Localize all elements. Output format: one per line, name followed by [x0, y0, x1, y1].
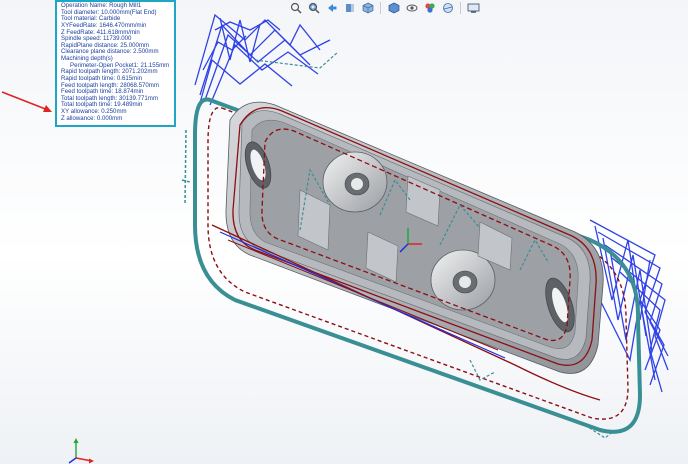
view-settings-icon[interactable]: [466, 1, 481, 15]
display-style-icon[interactable]: [386, 1, 401, 15]
annotation-arrow: [1, 91, 52, 112]
heads-up-view-toolbar: [288, 0, 481, 16]
section-view-icon[interactable]: [342, 1, 357, 15]
part-body[interactable]: [225, 101, 604, 374]
previous-view-icon[interactable]: [324, 1, 339, 15]
zoom-to-area-icon[interactable]: [306, 1, 321, 15]
apply-scene-icon[interactable]: [440, 1, 455, 15]
edit-appearance-icon[interactable]: [422, 1, 437, 15]
toolbar-separator: [380, 2, 381, 14]
info-z-allowance: Z allowance: 0.000mm: [61, 114, 123, 122]
view-orientation-icon[interactable]: [360, 1, 375, 15]
operation-info-panel: Operation Name: Rough Mill1 Tool diamete…: [55, 0, 176, 127]
hide-show-items-icon[interactable]: [404, 1, 419, 15]
zoom-to-fit-icon[interactable]: [288, 1, 303, 15]
toolpath-rapid-top: [194, 13, 331, 111]
toolbar-separator: [460, 2, 461, 14]
reference-triad-icon: [68, 438, 94, 464]
